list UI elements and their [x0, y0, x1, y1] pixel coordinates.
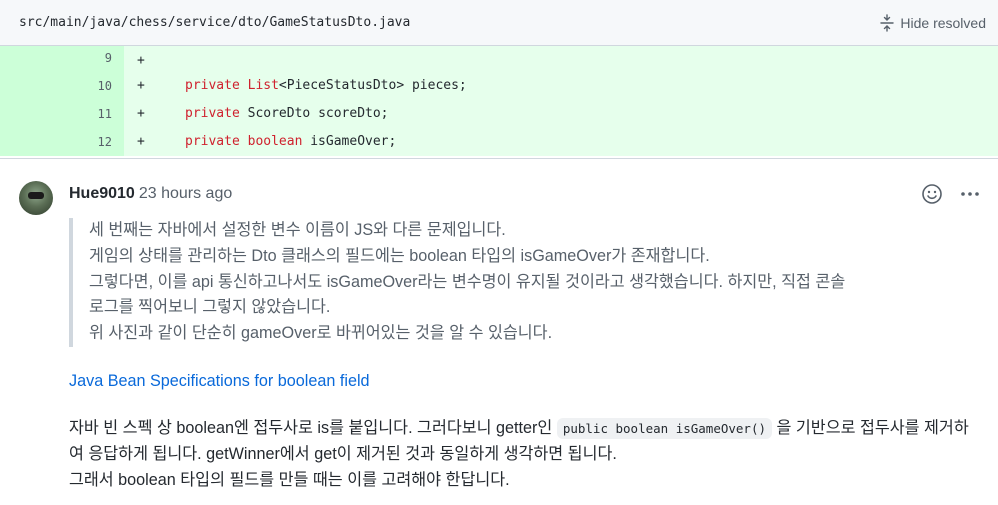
diff-line: 9 + [0, 46, 998, 72]
avatar[interactable] [19, 181, 53, 215]
code-text: ScoreDto scoreDto; [239, 106, 389, 121]
file-path[interactable]: src/main/java/chess/service/dto/GameStat… [19, 15, 410, 30]
diff-line: 10 + private List<PieceStatusDto> pieces; [0, 72, 998, 100]
diff-code: + private List<PieceStatusDto> pieces; [124, 72, 998, 100]
fold-icon [880, 13, 895, 32]
body-text: 그래서 boolean 타입의 필드를 만들 때는 이를 고려해야 한답니다. [69, 470, 510, 489]
diff-sign: + [137, 106, 145, 121]
comment-body: 자바 빈 스펙 상 boolean엔 접두사로 is를 붙입니다. 그러다보니 … [69, 416, 981, 493]
diff-lines: 9 + 10 + private List<PieceStatusDto> pie… [0, 46, 998, 156]
diff-code: + private ScoreDto scoreDto; [124, 100, 998, 128]
line-number[interactable]: 9 [0, 46, 124, 72]
quote-line: 로그를 찍어보니 그렇지 않았습니다. [89, 298, 331, 317]
hide-resolved-button[interactable]: Hide resolved [880, 13, 986, 32]
diff-sign: + [137, 134, 145, 149]
quote-line: 위 사진과 같이 단순히 gameOver로 바뀌어있는 것을 알 수 있습니다… [89, 324, 553, 343]
diff-line: 12 + private boolean isGameOver; [0, 128, 998, 156]
diff-sign: + [137, 78, 145, 93]
comment-meta: Hue9010 23 hours ago [69, 185, 232, 203]
java-bean-spec-link[interactable]: Java Bean Specifications for boolean fie… [69, 372, 370, 391]
diff-code: + [124, 46, 998, 72]
kebab-menu-icon[interactable] [959, 183, 981, 210]
quote-line: 세 번째는 자바에서 설정한 변수 이름이 JS와 다른 문제입니다. [89, 221, 506, 239]
comment-author[interactable]: Hue9010 [69, 185, 135, 202]
code-text: isGameOver; [302, 134, 397, 149]
line-number[interactable]: 10 [0, 72, 124, 100]
blockquote: 세 번째는 자바에서 설정한 변수 이름이 JS와 다른 문제입니다. 게임의 … [69, 218, 969, 347]
code-text: <PieceStatusDto> pieces; [278, 78, 467, 93]
comment-time[interactable]: 23 hours ago [139, 185, 232, 202]
hide-resolved-label: Hide resolved [900, 14, 986, 31]
comment-actions [921, 183, 981, 210]
line-number[interactable]: 12 [0, 128, 124, 156]
diff-sign: + [137, 53, 145, 68]
code-keyword: private List [185, 78, 279, 93]
diff-code: + private boolean isGameOver; [124, 128, 998, 156]
review-comment: Hue9010 23 hours ago 세 번째는 자바에서 설정한 변수 이름… [0, 158, 998, 505]
line-number[interactable]: 11 [0, 100, 124, 128]
inline-code: public boolean isGameOver() [556, 418, 773, 439]
code-keyword: private boolean [185, 134, 303, 149]
code-keyword: private [185, 106, 240, 121]
file-header: src/main/java/chess/service/dto/GameStat… [0, 0, 998, 46]
quote-line: 그렇다면, 이를 api 통신하고나서도 isGameOver라는 변수명이 유… [89, 272, 846, 291]
body-text: 자바 빈 스펙 상 boolean엔 접두사로 is를 붙입니다. 그러다보니 … [69, 419, 557, 437]
smiley-icon[interactable] [921, 183, 943, 210]
diff-line: 11 + private ScoreDto scoreDto; [0, 100, 998, 128]
quote-line: 게임의 상태를 관리하는 Dto 클래스의 필드에는 boolean 타입의 i… [89, 246, 710, 265]
